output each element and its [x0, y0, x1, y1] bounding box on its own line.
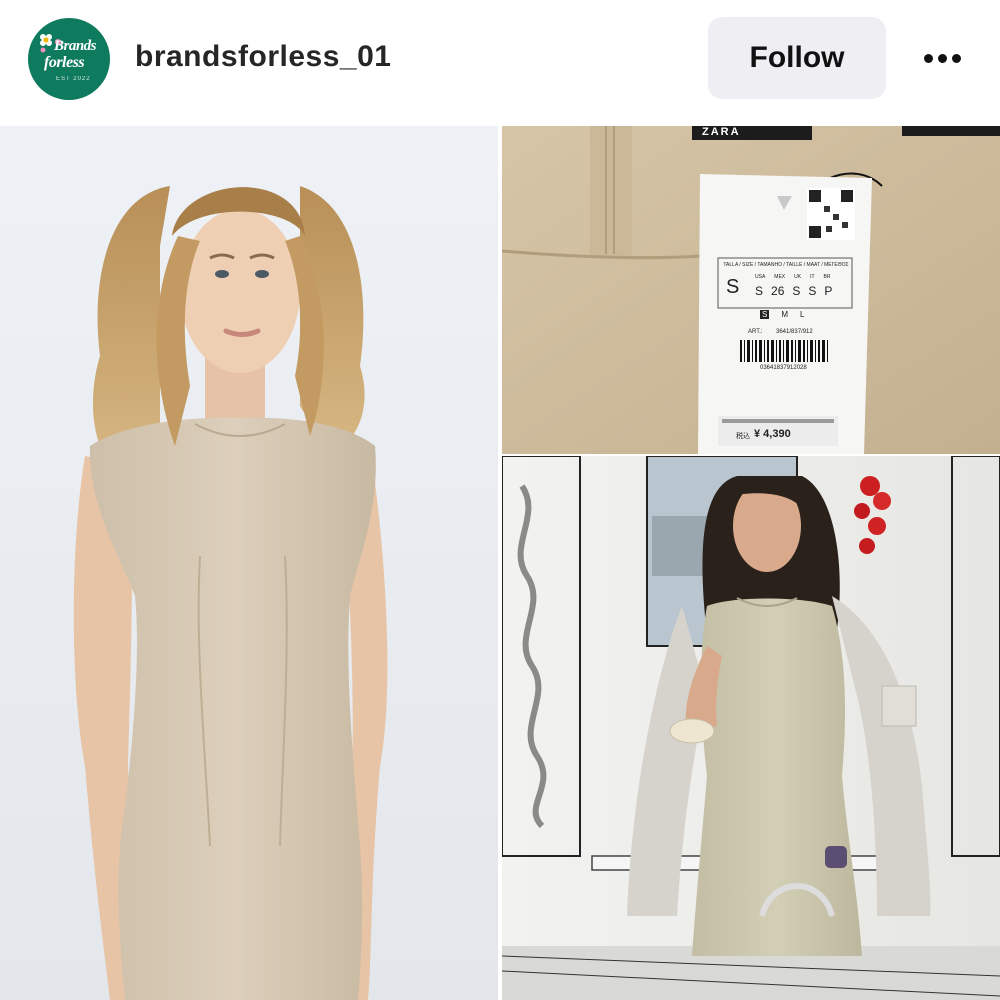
- more-options-icon[interactable]: [918, 40, 968, 76]
- tag-size-header: TALLA / SIZE / TAMANHO / TAILLE / MAAT /…: [723, 262, 849, 268]
- username[interactable]: brandsforless_01: [135, 40, 391, 74]
- tag-region-uk: UK: [794, 274, 802, 280]
- model-illustration: [0, 126, 498, 1000]
- photo-woman-with-jacket[interactable]: [502, 456, 1000, 1000]
- tag-art-number: 3641/837/912: [776, 329, 813, 335]
- photo-model-dress[interactable]: [0, 126, 498, 1000]
- tag-region-br: BR: [823, 274, 831, 280]
- tag-brand-label: ZARA: [702, 126, 741, 138]
- tag-size-mex: 26: [771, 284, 785, 298]
- tag-size-option-l: L: [800, 310, 805, 319]
- tag-illustration: [502, 126, 1000, 454]
- tag-size-options: S M L: [760, 310, 804, 319]
- tag-size-usa: S: [755, 284, 764, 298]
- tag-size-option-m: M: [781, 310, 789, 319]
- tag-region-labels: USA MEX UK IT BR: [755, 274, 830, 280]
- street-illustration: [502, 456, 1000, 1000]
- tag-price: ¥ 4,390: [754, 428, 791, 440]
- tag-size-option-s: S: [760, 310, 770, 319]
- tag-region-usa: USA: [755, 274, 766, 280]
- follow-button[interactable]: Follow: [708, 17, 886, 99]
- avatar-brand-text-2: forless: [44, 54, 85, 71]
- tag-size-uk: S: [792, 284, 801, 298]
- tag-size-main: S: [726, 276, 740, 298]
- photo-price-tag[interactable]: ZARA TALLA / SIZE / TAMANHO / TAILLE / M…: [502, 126, 1000, 454]
- tag-price-prefix: 税込: [736, 433, 750, 440]
- avatar-brand-text: Brands: [54, 38, 97, 54]
- tag-region-it: IT: [810, 274, 815, 280]
- post-photo-grid: ZARA TALLA / SIZE / TAMANHO / TAILLE / M…: [0, 126, 1000, 1000]
- tag-art-label: ART.:: [748, 329, 763, 335]
- profile-avatar[interactable]: Brands forless EST 2022: [28, 18, 110, 100]
- post-header: Brands forless EST 2022 brandsforless_01…: [0, 0, 1000, 126]
- tag-size-br: P: [824, 284, 833, 298]
- avatar-est-text: EST 2022: [56, 76, 91, 82]
- tag-region-sizes: S 26 S S P: [755, 284, 832, 298]
- tag-size-it: S: [808, 284, 817, 298]
- tag-barcode-number: 03641837912028: [760, 365, 807, 371]
- tag-region-mex: MEX: [774, 274, 786, 280]
